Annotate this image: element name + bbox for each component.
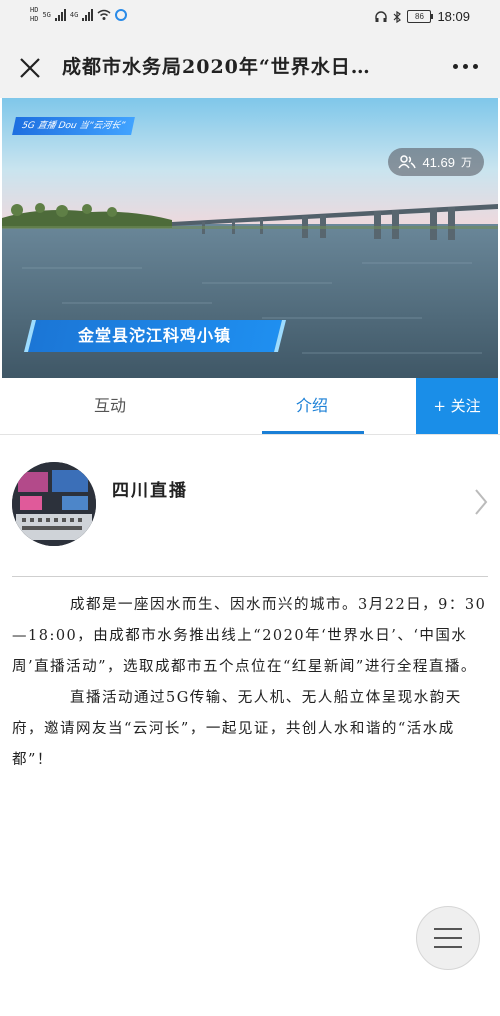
description-paragraph: 成都是一座因水而生、因水而兴的城市。3月22日，9：30—18:00，由成都市水… (12, 597, 487, 675)
status-bar: HD HD 5G 4G 86 18:09 (0, 0, 500, 38)
title-bar: 成都市水务局2020年“世界水日… (0, 38, 500, 98)
avatar[interactable] (12, 462, 96, 546)
tab-interact[interactable]: 互动 (60, 378, 160, 434)
description-paragraph: 直播活动通过5G传输、无人机、无人船立体呈现水韵天府，邀请网友当“云河长”，一起… (12, 690, 462, 768)
sim2-tag: HD (30, 15, 39, 23)
page-title: 成都市水务局2020年“世界水日… (62, 56, 371, 78)
avatar-image (12, 462, 96, 546)
bluetooth-icon (394, 10, 402, 23)
brand-tag: 5G 直播 Dou 当“云河长” (12, 117, 135, 135)
follow-button[interactable]: + 关注 (416, 378, 498, 434)
tab-bar: 互动 介绍 + 关注 (0, 378, 500, 435)
divider (12, 576, 488, 577)
sim1-tag: HD (30, 6, 39, 14)
viewer-count: 41.69 (422, 154, 455, 170)
viewers-icon (398, 155, 417, 169)
status-right: 86 18:09 (375, 9, 470, 24)
menu-icon[interactable] (416, 906, 480, 970)
status-left: HD HD 5G 4G (30, 6, 128, 23)
signal2-icon (82, 8, 94, 21)
headphone-icon (375, 10, 388, 22)
network1-label: 5G (42, 10, 51, 19)
viewer-unit: 万 (461, 157, 472, 169)
battery-icon: 86 (407, 10, 434, 23)
video-player[interactable]: 5G 直播 Dou 当“云河长” 41.69 万 金堂县沱江科鸡小镇 (2, 98, 498, 378)
tab-intro[interactable]: 介绍 (262, 378, 362, 434)
tab-active-indicator (262, 431, 364, 434)
viewer-count-badge: 41.69 万 (388, 148, 484, 176)
more-icon[interactable] (453, 64, 478, 69)
intro-description: 成都是一座因水而生、因水而兴的城市。3月22日，9：30—18:00，由成都市水… (12, 590, 488, 776)
app-notification-icon (115, 8, 128, 21)
wifi-icon (97, 9, 111, 20)
network2-label: 4G (69, 10, 79, 19)
location-text: 金堂县沱江科鸡小镇 (78, 326, 232, 345)
channel-name[interactable]: 四川直播 (112, 476, 188, 501)
location-banner: 金堂县沱江科鸡小镇 (24, 320, 286, 352)
status-time: 18:09 (437, 9, 470, 24)
signal1-icon (54, 8, 66, 21)
chevron-right-icon[interactable] (474, 488, 488, 516)
close-icon[interactable] (18, 56, 42, 80)
